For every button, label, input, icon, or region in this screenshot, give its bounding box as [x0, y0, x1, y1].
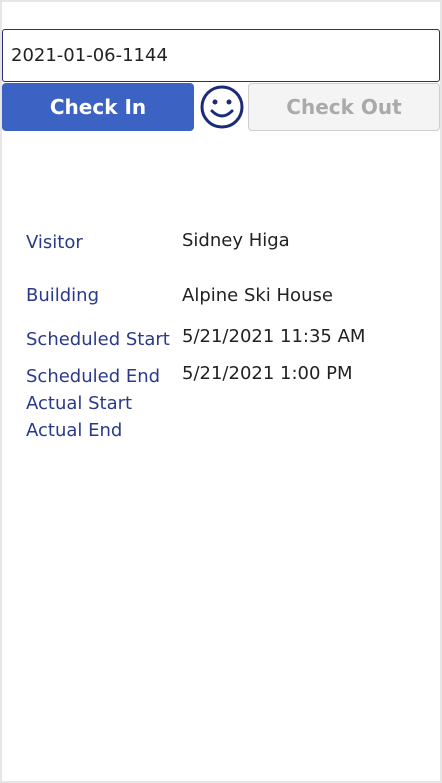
scheduled-end-label: Scheduled End: [26, 366, 161, 387]
check-out-button[interactable]: Check Out: [248, 83, 440, 131]
visitor-label: Visitor: [26, 232, 83, 253]
visit-code-input[interactable]: [2, 29, 440, 82]
scheduled-start-label: Scheduled Start: [26, 329, 170, 350]
scheduled-start-value: 5/21/2021 11:35 AM: [182, 326, 366, 347]
visitor-value: Sidney Higa: [182, 230, 290, 251]
actual-end-label: Actual End: [26, 420, 123, 441]
actual-start-label: Actual Start: [26, 393, 133, 414]
smiley-face-icon: [200, 85, 244, 129]
building-value: Alpine Ski House: [182, 285, 333, 306]
check-in-button[interactable]: Check In: [2, 83, 194, 131]
building-label: Building: [26, 285, 100, 306]
visitor-checkin-screen: Check In Check Out Visitor Sidney Higa B…: [0, 0, 442, 783]
scheduled-end-value: 5/21/2021 1:00 PM: [182, 363, 353, 384]
